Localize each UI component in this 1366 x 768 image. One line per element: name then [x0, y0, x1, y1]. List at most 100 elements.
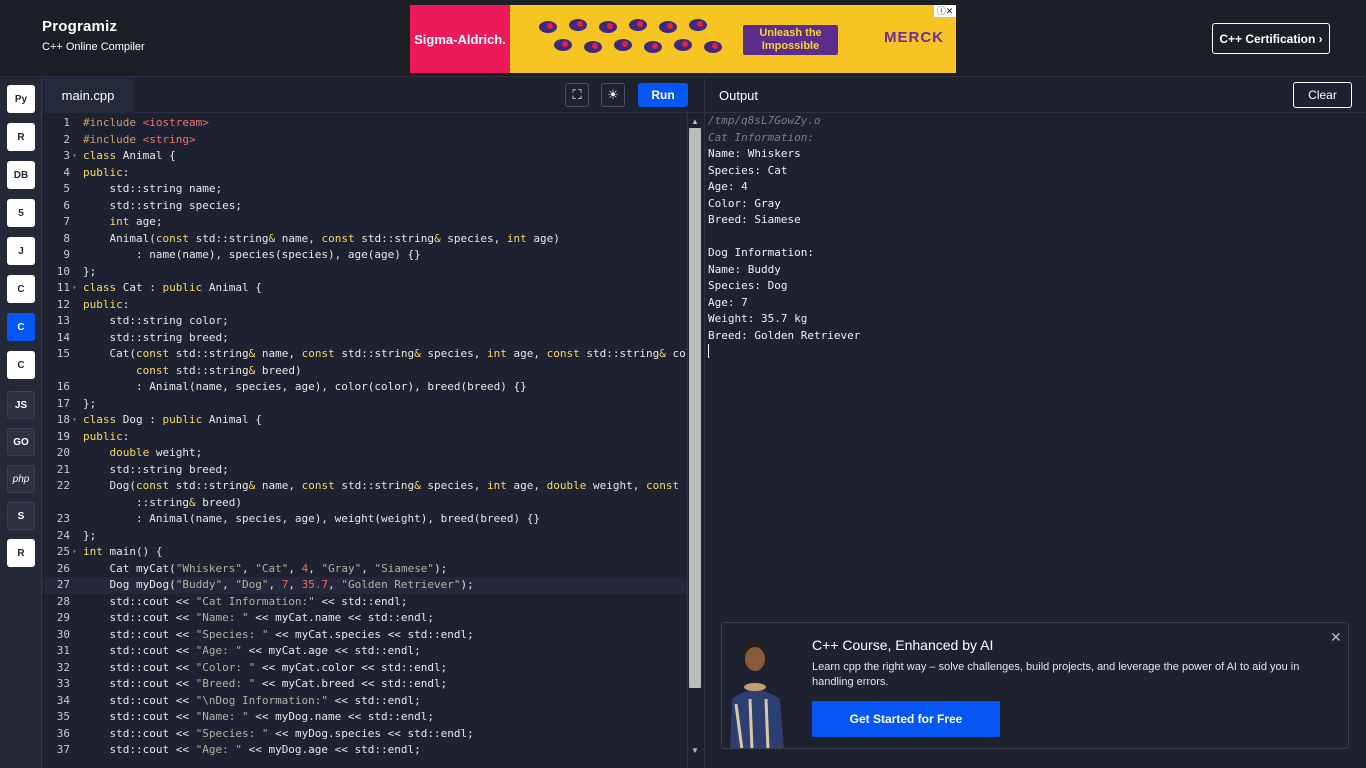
code-line[interactable]: 37 std::cout << "Age: " << myDog.age << …	[42, 742, 687, 759]
ad-brand-logo[interactable]: MERCK	[884, 29, 944, 46]
code-text[interactable]: std::cout << "Species: " << myCat.specie…	[83, 627, 473, 644]
code-text[interactable]: : name(name), species(species), age(age)…	[83, 247, 421, 264]
code-text[interactable]: };	[83, 264, 96, 281]
certification-button[interactable]: C++ Certification ›	[1212, 23, 1330, 54]
code-text[interactable]: std::cout << "Age: " << myCat.age << std…	[83, 643, 420, 660]
code-text[interactable]: public:	[83, 429, 129, 446]
code-line[interactable]: 13 std::string color;	[42, 313, 687, 330]
code-text[interactable]: #include <iostream>	[83, 115, 209, 132]
code-text[interactable]: std::string name;	[83, 181, 222, 198]
code-text[interactable]: std::cout << "Name: " << myDog.name << s…	[83, 709, 434, 726]
ad-banner[interactable]: Sigma-Aldrich. Unleash the Impossible ME…	[410, 5, 956, 73]
code-text[interactable]: std::string species;	[83, 198, 241, 215]
code-text[interactable]: class Cat : public Animal {	[83, 280, 262, 297]
scroll-down-icon[interactable]: ▼	[690, 746, 700, 756]
python-icon[interactable]: Py	[7, 85, 35, 113]
code-text[interactable]: const std::string& breed)	[83, 363, 302, 380]
tab-main-cpp[interactable]: main.cpp	[42, 78, 134, 113]
code-line[interactable]: 8 Animal(const std::string& name, const …	[42, 231, 687, 248]
code-line[interactable]: 19 public:	[42, 429, 687, 446]
code-line[interactable]: 22 Dog(const std::string& name, const st…	[42, 478, 687, 495]
go-icon[interactable]: GO	[7, 428, 35, 456]
code-text[interactable]: std::cout << "Cat Information:" << std::…	[83, 594, 407, 611]
code-line[interactable]: 11 ▾ class Cat : public Animal {	[42, 280, 687, 297]
code-text[interactable]: double weight;	[83, 445, 203, 462]
c-icon[interactable]: C	[7, 275, 35, 303]
code-text[interactable]: public:	[83, 297, 129, 314]
js-icon[interactable]: JS	[7, 391, 35, 419]
code-text[interactable]: Cat myCat("Whiskers", "Cat", 4, "Gray", …	[83, 561, 447, 578]
code-line[interactable]: 30 std::cout << "Species: " << myCat.spe…	[42, 627, 687, 644]
code-line[interactable]: 6 std::string species;	[42, 198, 687, 215]
code-text[interactable]: class Dog : public Animal {	[83, 412, 262, 429]
code-line[interactable]: 17};	[42, 396, 687, 413]
code-text[interactable]: int main() {	[83, 544, 162, 561]
fold-arrow-icon[interactable]: ▾	[72, 412, 77, 429]
ad-cta-button[interactable]: Unleash the Impossible	[743, 25, 838, 55]
code-line[interactable]: 12 public:	[42, 297, 687, 314]
code-text[interactable]: Animal(const std::string& name, const st…	[83, 231, 559, 248]
code-line[interactable]: 18 ▾ class Dog : public Animal {	[42, 412, 687, 429]
code-text[interactable]: std::cout << "\nDog Information:" << std…	[83, 693, 420, 710]
code-text[interactable]: };	[83, 396, 96, 413]
rust-icon[interactable]: R	[7, 539, 35, 567]
code-line[interactable]: ::string& breed)	[42, 495, 687, 512]
php-icon[interactable]: php	[7, 465, 35, 493]
code-line[interactable]: 4 public:	[42, 165, 687, 182]
code-line[interactable]: 9 : name(name), species(species), age(ag…	[42, 247, 687, 264]
code-line[interactable]: 20 double weight;	[42, 445, 687, 462]
r-icon[interactable]: R	[7, 123, 35, 151]
code-line[interactable]: 16 : Animal(name, species, age), color(c…	[42, 379, 687, 396]
code-text[interactable]: ::string& breed)	[83, 495, 242, 512]
code-line[interactable]: 10};	[42, 264, 687, 281]
code-line[interactable]: 21 std::string breed;	[42, 462, 687, 479]
code-text[interactable]: };	[83, 528, 96, 545]
scroll-up-icon[interactable]: ▲	[690, 117, 700, 127]
code-line[interactable]: 5 std::string name;	[42, 181, 687, 198]
code-line[interactable]: 1 #include <iostream>	[42, 115, 687, 132]
code-text[interactable]: std::string color;	[83, 313, 228, 330]
code-text[interactable]: Cat(const std::string& name, const std::…	[83, 346, 687, 363]
code-text[interactable]: std::string breed;	[83, 330, 228, 347]
code-line[interactable]: 28 std::cout << "Cat Information:" << st…	[42, 594, 687, 611]
code-line[interactable]: 35 std::cout << "Name: " << myDog.name <…	[42, 709, 687, 726]
code-text[interactable]: public:	[83, 165, 129, 182]
theme-toggle-icon[interactable]: ☀	[601, 83, 625, 107]
code-text[interactable]: std::cout << "Age: " << myDog.age << std…	[83, 742, 420, 759]
fold-arrow-icon[interactable]: ▾	[72, 544, 77, 561]
code-text[interactable]: std::cout << "Breed: " << myCat.breed <<…	[83, 676, 447, 693]
clear-button[interactable]: Clear	[1293, 82, 1352, 108]
html5-icon[interactable]: 5	[7, 199, 35, 227]
logo-name[interactable]: Programiz	[42, 18, 145, 35]
code-line[interactable]: 24};	[42, 528, 687, 545]
code-line[interactable]: 34 std::cout << "\nDog Information:" << …	[42, 693, 687, 710]
code-line[interactable]: 31 std::cout << "Age: " << myCat.age << …	[42, 643, 687, 660]
code-line[interactable]: 14 std::string breed;	[42, 330, 687, 347]
fullscreen-icon[interactable]: ⛶	[565, 83, 589, 107]
code-text[interactable]: #include <string>	[83, 132, 196, 149]
code-line[interactable]: 27 Dog myDog("Buddy", "Dog", 7, 35.7, "G…	[42, 577, 687, 594]
code-line[interactable]: 26 Cat myCat("Whiskers", "Cat", 4, "Gray…	[42, 561, 687, 578]
code-text[interactable]: class Animal {	[83, 148, 176, 165]
code-text[interactable]: Dog myDog("Buddy", "Dog", 7, 35.7, "Gold…	[83, 577, 473, 594]
code-line[interactable]: 15 Cat(const std::string& name, const st…	[42, 346, 687, 363]
code-text[interactable]: std::cout << "Name: " << myCat.name << s…	[83, 610, 434, 627]
code-line[interactable]: 29 std::cout << "Name: " << myCat.name <…	[42, 610, 687, 627]
code-line[interactable]: 2 #include <string>	[42, 132, 687, 149]
code-line[interactable]: 7 int age;	[42, 214, 687, 231]
code-text[interactable]: int age;	[83, 214, 163, 231]
code-text[interactable]: : Animal(name, species, age), weight(wei…	[83, 511, 540, 528]
code-line[interactable]: 36 std::cout << "Species: " << myDog.spe…	[42, 726, 687, 743]
ad-sponsor-text[interactable]: Sigma-Aldrich.	[410, 5, 510, 73]
code-line[interactable]: const std::string& breed)	[42, 363, 687, 380]
run-button[interactable]: Run	[638, 83, 688, 107]
code-text[interactable]: std::cout << "Species: " << myDog.specie…	[83, 726, 473, 743]
code-line[interactable]: 33 std::cout << "Breed: " << myCat.breed…	[42, 676, 687, 693]
code-line[interactable]: 32 std::cout << "Color: " << myCat.color…	[42, 660, 687, 677]
code-editor[interactable]: 1 #include <iostream> 2 #include <string> 3 ▾…	[42, 113, 687, 768]
csharp-icon[interactable]: C	[7, 351, 35, 379]
code-line[interactable]: 23 : Animal(name, species, age), weight(…	[42, 511, 687, 528]
editor-scrollbar-thumb[interactable]	[689, 128, 701, 688]
code-line[interactable]: 25 ▾ int main() {	[42, 544, 687, 561]
java-icon[interactable]: J	[7, 237, 35, 265]
